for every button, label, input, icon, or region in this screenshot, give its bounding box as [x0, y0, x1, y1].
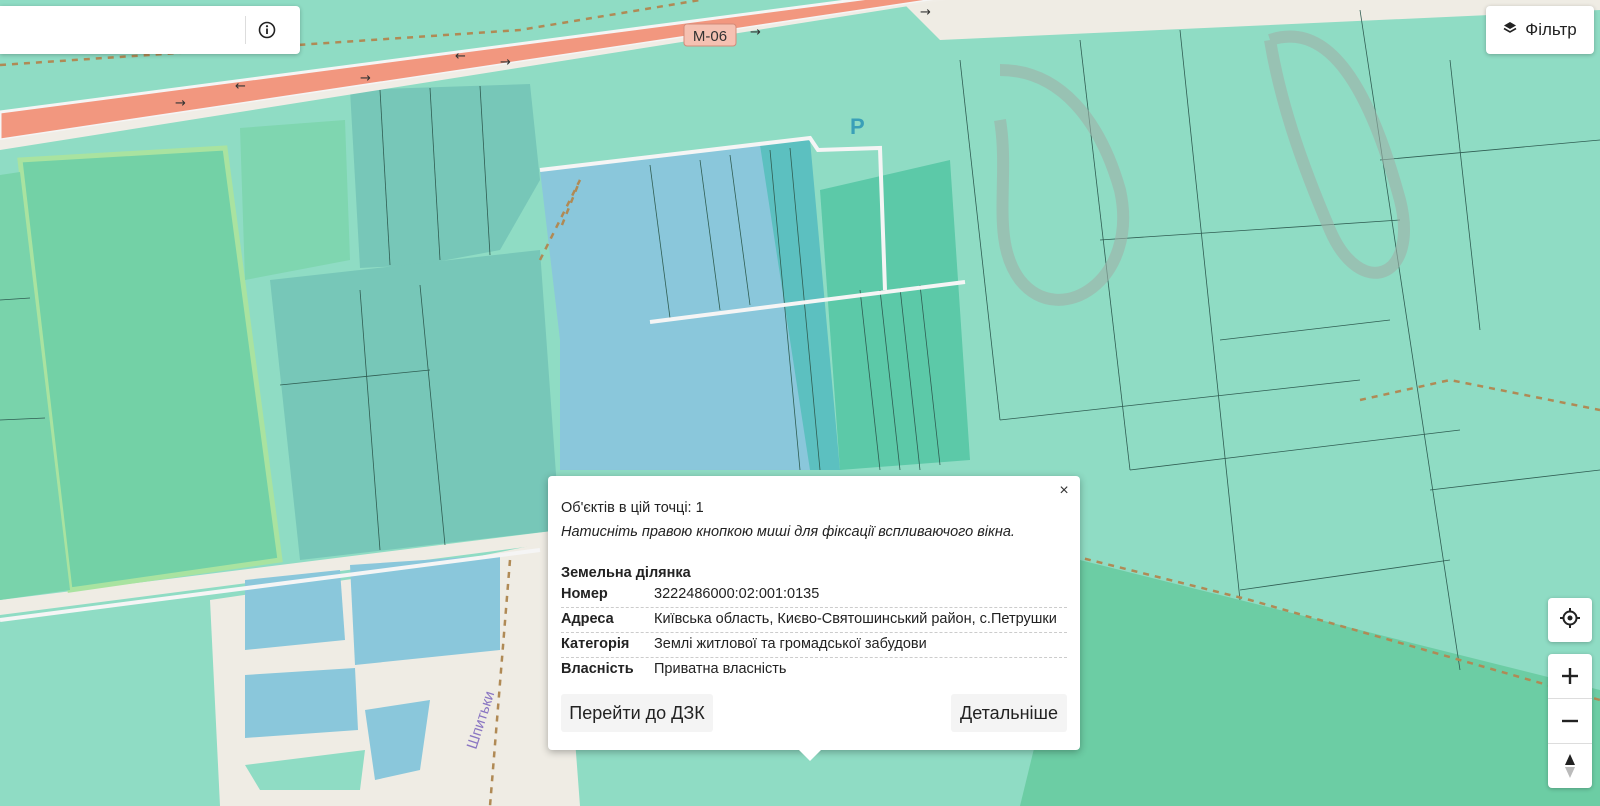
row-key: Адреса [561, 611, 614, 627]
svg-text:←: ← [455, 49, 466, 64]
minus-icon [1562, 719, 1578, 723]
parking-label: P [850, 114, 865, 139]
row-key: Власність [561, 661, 634, 677]
crosshair-icon [1559, 604, 1581, 636]
road-label: М-06 [693, 28, 727, 45]
compass-icon [1565, 754, 1575, 778]
parcel-popup: × Об'єктів в цій точці: 1 Натисніть прав… [548, 476, 1080, 750]
zoom-controls [1548, 654, 1592, 788]
row-key: Категорія [561, 636, 630, 652]
row-value: Київська область, Києво-Святошинський ра… [654, 611, 1057, 627]
plus-icon [1562, 668, 1578, 684]
compass-button[interactable] [1548, 744, 1592, 788]
row-key: Номер [561, 586, 608, 602]
row-value: 3222486000:02:001:0135 [654, 586, 820, 602]
layers-icon [1503, 20, 1517, 40]
svg-text:→: → [500, 55, 511, 70]
svg-text:←: ← [235, 79, 246, 94]
object-count: Об'єктів в цій точці: 1 [561, 500, 704, 516]
svg-text:→: → [360, 71, 371, 86]
close-icon[interactable]: × [1056, 482, 1072, 500]
filter-button[interactable]: Фільтр [1486, 6, 1594, 54]
row-category: Категорія Землі житлової та громадської … [561, 632, 1067, 658]
row-value: Землі житлової та громадської забудови [654, 636, 927, 652]
popup-pointer [798, 749, 822, 761]
filter-label: Фільтр [1525, 20, 1577, 39]
search-bar[interactable] [0, 6, 300, 54]
popup-hint: Натисніть правою кнопкою миші для фіксац… [561, 524, 1015, 540]
details-button[interactable]: Детальніше [951, 694, 1067, 732]
section-title: Земельна ділянка [561, 565, 691, 581]
info-icon[interactable] [255, 18, 279, 42]
svg-text:→: → [920, 5, 931, 20]
go-to-dzk-button[interactable]: Перейти до ДЗК [561, 694, 713, 732]
zoom-out-button[interactable] [1548, 699, 1592, 743]
row-ownership: Власність Приватна власність [561, 657, 1067, 682]
row-number: Номер 3222486000:02:001:0135 [561, 582, 1067, 608]
row-address: Адреса Київська область, Києво-Святошинс… [561, 607, 1067, 633]
zoom-in-button[interactable] [1548, 654, 1592, 698]
svg-text:→: → [175, 96, 186, 111]
locate-button[interactable] [1548, 598, 1592, 642]
row-value: Приватна власність [654, 661, 787, 677]
svg-text:→: → [750, 25, 761, 40]
